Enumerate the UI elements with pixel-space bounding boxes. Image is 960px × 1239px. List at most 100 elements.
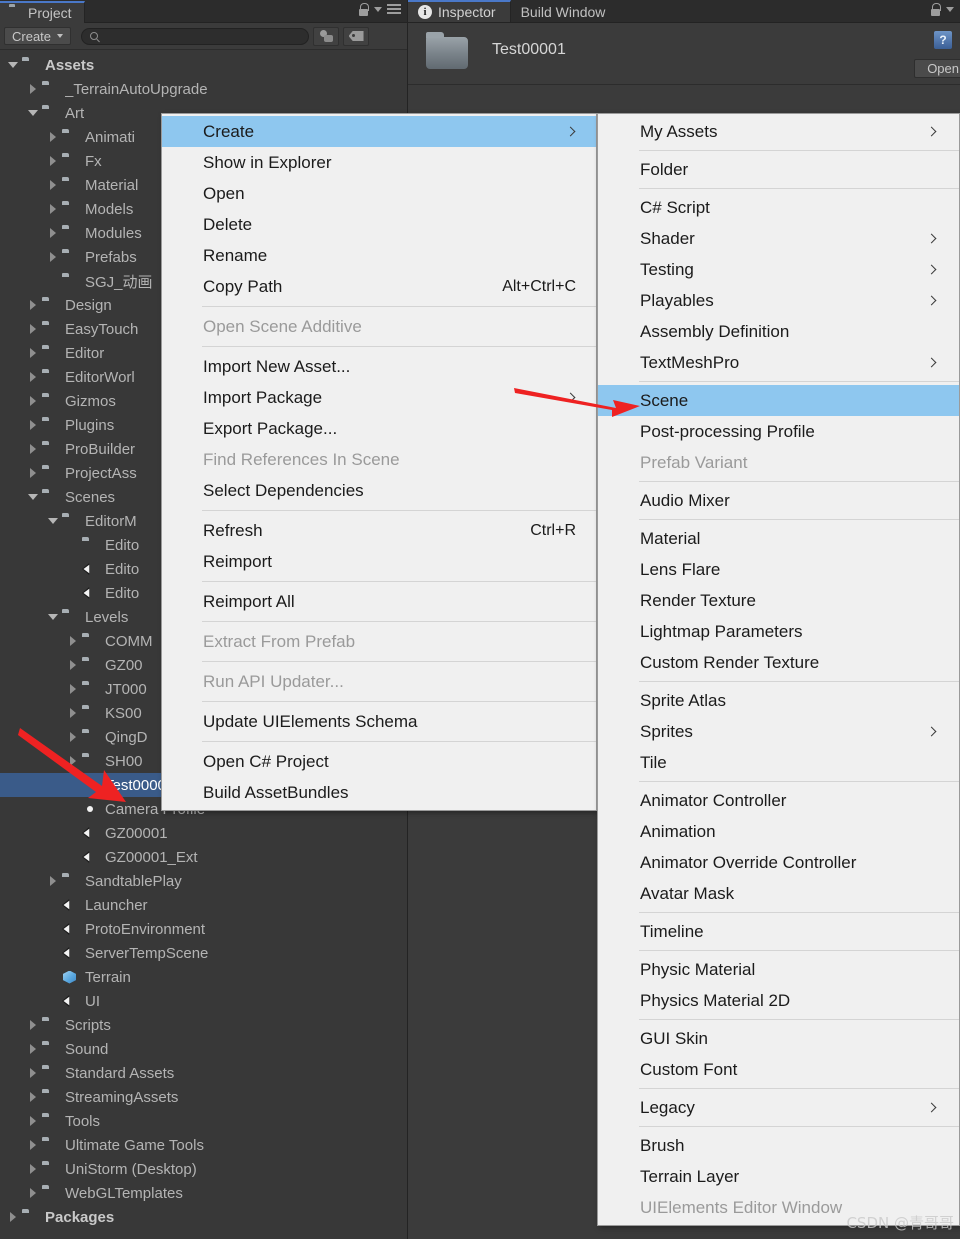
tree-row[interactable]: _TerrainAutoUpgrade (0, 77, 407, 101)
twisty-closed-icon[interactable] (68, 660, 78, 670)
twisty-closed-icon[interactable] (48, 156, 58, 166)
menu-item[interactable]: Timeline (598, 916, 959, 947)
twisty-closed-icon[interactable] (28, 420, 38, 430)
tree-row[interactable]: StreamingAssets (0, 1085, 407, 1109)
twisty-closed-icon[interactable] (8, 1212, 18, 1222)
tree-row[interactable]: GZ00001_Ext (0, 845, 407, 869)
twisty-closed-icon[interactable] (28, 84, 38, 94)
tab-build-window[interactable]: Build Window (510, 0, 620, 22)
menu-item[interactable]: TextMeshPro (598, 347, 959, 378)
twisty-open-icon[interactable] (8, 60, 18, 70)
menu-item[interactable]: Folder (598, 154, 959, 185)
tree-row[interactable]: Launcher (0, 893, 407, 917)
twisty-closed-icon[interactable] (48, 228, 58, 238)
chevron-down-icon[interactable] (946, 7, 954, 12)
menu-item[interactable]: Reimport (162, 546, 596, 577)
menu-item[interactable]: Animator Override Controller (598, 847, 959, 878)
twisty-closed-icon[interactable] (68, 732, 78, 742)
menu-item[interactable]: Testing (598, 254, 959, 285)
menu-item[interactable]: Terrain Layer (598, 1161, 959, 1192)
tree-row[interactable]: Packages (0, 1205, 407, 1229)
twisty-closed-icon[interactable] (28, 1068, 38, 1078)
menu-item[interactable]: Material (598, 523, 959, 554)
twisty-closed-icon[interactable] (28, 1092, 38, 1102)
tab-project[interactable]: Project (0, 1, 85, 23)
twisty-closed-icon[interactable] (48, 252, 58, 262)
menu-item[interactable]: Open (162, 178, 596, 209)
menu-item[interactable]: Sprites (598, 716, 959, 747)
menu-item[interactable]: Post-processing Profile (598, 416, 959, 447)
menu-item[interactable]: Shader (598, 223, 959, 254)
tab-inspector[interactable]: i Inspector (408, 0, 511, 22)
twisty-closed-icon[interactable] (28, 1164, 38, 1174)
tree-row[interactable]: Scripts (0, 1013, 407, 1037)
menu-item[interactable]: Playables (598, 285, 959, 316)
chevron-down-icon[interactable] (374, 7, 382, 12)
tree-row[interactable]: WebGLTemplates (0, 1181, 407, 1205)
menu-item[interactable]: Legacy (598, 1092, 959, 1123)
twisty-open-icon[interactable] (48, 516, 58, 526)
menu-item[interactable]: Brush (598, 1130, 959, 1161)
twisty-open-icon[interactable] (28, 108, 38, 118)
tree-row[interactable]: Terrain (0, 965, 407, 989)
twisty-closed-icon[interactable] (28, 372, 38, 382)
tree-row[interactable]: Sound (0, 1037, 407, 1061)
menu-item[interactable]: GUI Skin (598, 1023, 959, 1054)
menu-item[interactable]: Delete (162, 209, 596, 240)
menu-item[interactable]: Physics Material 2D (598, 985, 959, 1016)
twisty-closed-icon[interactable] (28, 468, 38, 478)
menu-item[interactable]: Export Package... (162, 413, 596, 444)
twisty-closed-icon[interactable] (28, 348, 38, 358)
menu-item[interactable]: Animation (598, 816, 959, 847)
tree-row[interactable]: UniStorm (Desktop) (0, 1157, 407, 1181)
tree-row[interactable]: ServerTempScene (0, 941, 407, 965)
menu-item[interactable]: Select Dependencies (162, 475, 596, 506)
twisty-closed-icon[interactable] (28, 1140, 38, 1150)
twisty-closed-icon[interactable] (68, 636, 78, 646)
twisty-closed-icon[interactable] (48, 876, 58, 886)
help-book-icon[interactable]: ? (934, 31, 952, 49)
tree-row[interactable]: Ultimate Game Tools (0, 1133, 407, 1157)
lock-icon[interactable] (930, 3, 941, 16)
twisty-closed-icon[interactable] (48, 132, 58, 142)
search-field[interactable] (81, 27, 310, 45)
search-input[interactable] (103, 29, 301, 43)
favorites-filter-button[interactable] (313, 26, 340, 46)
menu-item[interactable]: Copy Path Alt+Ctrl+C (162, 271, 596, 302)
twisty-closed-icon[interactable] (48, 204, 58, 214)
twisty-open-icon[interactable] (48, 612, 58, 622)
menu-item[interactable]: C# Script (598, 192, 959, 223)
menu-item[interactable]: Audio Mixer (598, 485, 959, 516)
tree-row[interactable]: Tools (0, 1109, 407, 1133)
twisty-closed-icon[interactable] (48, 180, 58, 190)
twisty-closed-icon[interactable] (28, 396, 38, 406)
menu-item[interactable]: Custom Font (598, 1054, 959, 1085)
open-button[interactable]: Open (914, 59, 960, 78)
twisty-closed-icon[interactable] (68, 756, 78, 766)
menu-item[interactable]: Import Package (162, 382, 596, 413)
menu-item[interactable]: Show in Explorer (162, 147, 596, 178)
tree-row[interactable]: Assets (0, 53, 407, 77)
twisty-closed-icon[interactable] (28, 1044, 38, 1054)
create-button[interactable]: Create (4, 27, 72, 45)
twisty-closed-icon[interactable] (68, 708, 78, 718)
twisty-closed-icon[interactable] (68, 684, 78, 694)
lock-icon[interactable] (358, 3, 369, 16)
menu-item[interactable]: Open C# Project (162, 746, 596, 777)
menu-item[interactable]: Lens Flare (598, 554, 959, 585)
menu-item[interactable]: Physic Material (598, 954, 959, 985)
menu-item[interactable]: Scene (598, 385, 959, 416)
menu-item[interactable]: Render Texture (598, 585, 959, 616)
tree-row[interactable]: Standard Assets (0, 1061, 407, 1085)
menu-item[interactable]: Tile (598, 747, 959, 778)
menu-item[interactable]: My Assets (598, 116, 959, 147)
menu-item[interactable]: Update UIElements Schema (162, 706, 596, 737)
menu-item[interactable]: Custom Render Texture (598, 647, 959, 678)
menu-item[interactable]: Animator Controller (598, 785, 959, 816)
menu-item[interactable]: Assembly Definition (598, 316, 959, 347)
twisty-closed-icon[interactable] (28, 300, 38, 310)
menu-item[interactable]: Refresh Ctrl+R (162, 515, 596, 546)
menu-item[interactable]: Reimport All (162, 586, 596, 617)
menu-item[interactable]: Lightmap Parameters (598, 616, 959, 647)
twisty-open-icon[interactable] (28, 492, 38, 502)
